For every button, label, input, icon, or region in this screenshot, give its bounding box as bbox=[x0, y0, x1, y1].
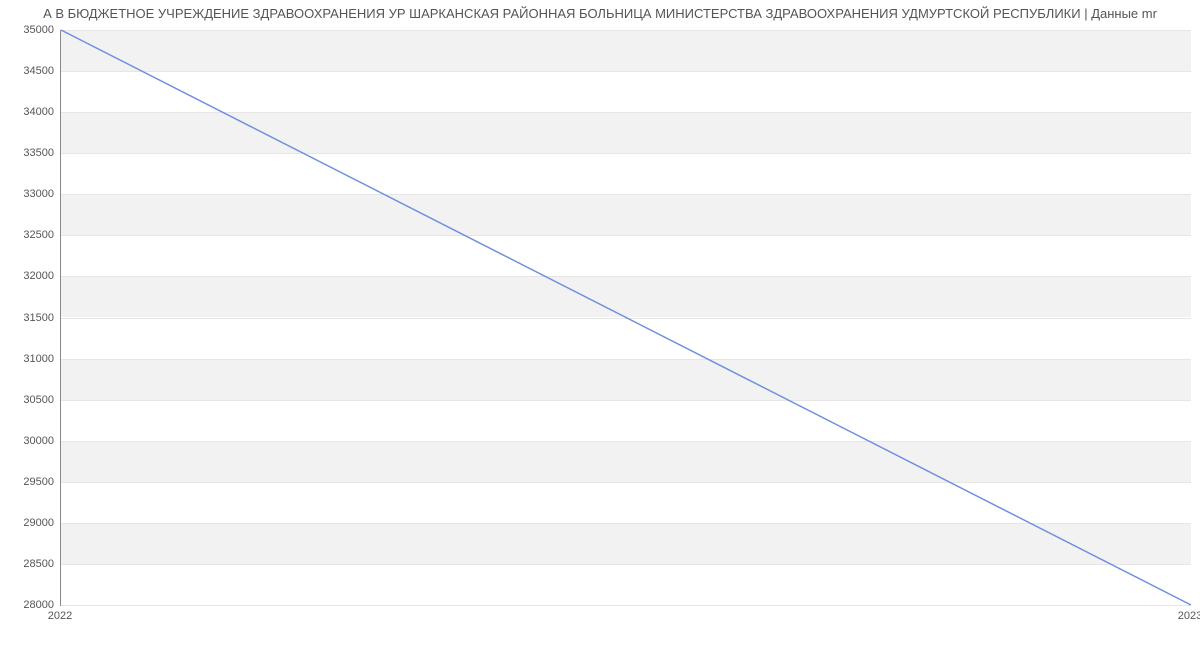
y-tick-label: 31500 bbox=[4, 312, 54, 324]
series-line bbox=[61, 30, 1191, 605]
y-tick-label: 35000 bbox=[4, 24, 54, 36]
y-tick-label: 33000 bbox=[4, 188, 54, 200]
y-tick-label: 28500 bbox=[4, 558, 54, 570]
y-tick-label: 29000 bbox=[4, 517, 54, 529]
y-tick-label: 32500 bbox=[4, 229, 54, 241]
y-tick-label: 34500 bbox=[4, 65, 54, 77]
chart-title: А В БЮДЖЕТНОЕ УЧРЕЖДЕНИЕ ЗДРАВООХРАНЕНИЯ… bbox=[0, 6, 1200, 21]
y-tick-label: 28000 bbox=[4, 599, 54, 611]
series-line-layer bbox=[61, 30, 1191, 605]
x-tick-label: 2022 bbox=[48, 610, 72, 622]
y-tick-label: 29500 bbox=[4, 476, 54, 488]
y-gridline bbox=[61, 605, 1191, 606]
y-tick-label: 30500 bbox=[4, 394, 54, 406]
y-tick-label: 30000 bbox=[4, 435, 54, 447]
y-tick-label: 32000 bbox=[4, 270, 54, 282]
y-tick-label: 34000 bbox=[4, 106, 54, 118]
chart-container: А В БЮДЖЕТНОЕ УЧРЕЖДЕНИЕ ЗДРАВООХРАНЕНИЯ… bbox=[0, 0, 1200, 650]
plot-area bbox=[60, 30, 1191, 606]
x-tick-label: 2023 bbox=[1178, 610, 1200, 622]
y-tick-label: 33500 bbox=[4, 147, 54, 159]
y-tick-label: 31000 bbox=[4, 353, 54, 365]
